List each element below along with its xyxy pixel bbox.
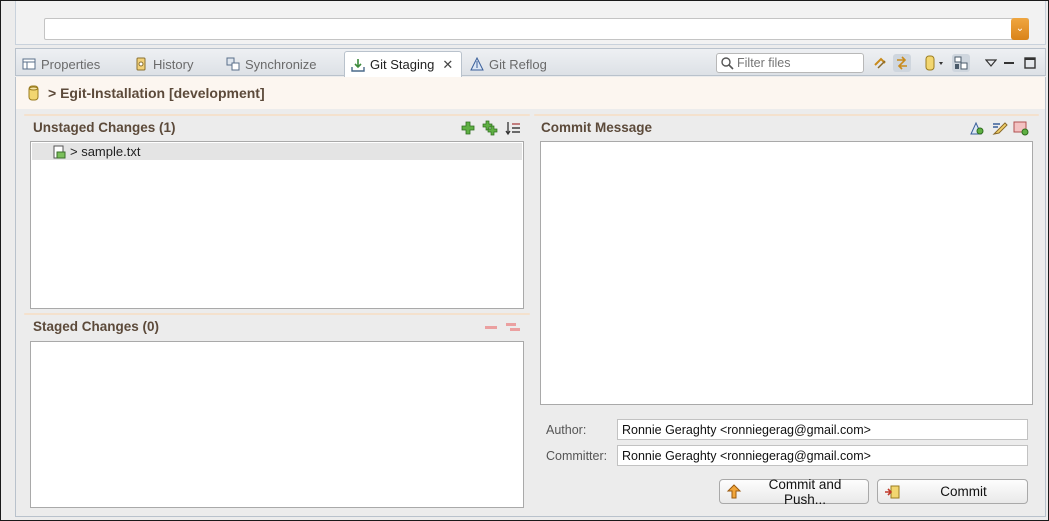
repository-title: > Egit-Installation [development] <box>48 85 265 101</box>
tab-properties[interactable]: Properties <box>16 51 108 77</box>
view-tab-bar: Properties History Synchronize Git Stagi… <box>15 48 1046 77</box>
remove-icon[interactable] <box>483 319 499 335</box>
link-selection-icon[interactable] <box>893 54 911 72</box>
unstaged-files-list[interactable]: > sample.txt <box>30 141 524 309</box>
filter-input[interactable] <box>737 56 857 70</box>
tab-label: Git Reflog <box>489 56 547 72</box>
section-divider <box>24 313 530 315</box>
commit-message-title: Commit Message <box>541 120 653 135</box>
gerrit-push-icon[interactable] <box>1013 120 1029 136</box>
button-label: Commit <box>940 484 987 499</box>
git-reflog-icon <box>470 57 484 71</box>
properties-icon <box>22 58 36 70</box>
author-field[interactable] <box>617 419 1028 440</box>
section-divider <box>534 114 1039 116</box>
synchronize-icon <box>226 57 240 71</box>
view-menu-icon[interactable] <box>982 54 1000 72</box>
committer-label: Committer: <box>546 449 608 463</box>
commit-message-input[interactable] <box>540 141 1033 405</box>
file-icon <box>53 145 66 158</box>
amend-icon[interactable] <box>992 120 1008 136</box>
close-icon[interactable]: ✕ <box>442 57 453 73</box>
committer-field[interactable] <box>617 445 1028 466</box>
unstaged-changes-title: Unstaged Changes (1) <box>33 120 176 135</box>
repository-header: > Egit-Installation [development] <box>15 77 1046 109</box>
commit-icon <box>885 485 900 498</box>
sort-icon[interactable] <box>505 120 521 136</box>
tab-label: History <box>153 56 194 72</box>
compare-mode-icon[interactable] <box>872 54 890 72</box>
tab-synchronize[interactable]: Synchronize <box>220 51 325 77</box>
repository-menu-icon[interactable] <box>924 54 948 72</box>
tab-git-reflog[interactable]: Git Reflog <box>464 51 555 77</box>
git-staging-icon <box>351 58 365 72</box>
author-label: Author: <box>546 423 587 437</box>
tab-git-staging[interactable]: Git Staging ✕ <box>344 51 463 77</box>
tab-label: Properties <box>41 56 101 72</box>
staged-changes-title: Staged Changes (0) <box>33 319 160 334</box>
section-divider <box>24 114 530 116</box>
add-all-icon[interactable] <box>482 120 498 136</box>
file-name: > sample.txt <box>70 144 141 159</box>
add-signed-off-icon[interactable] <box>969 120 985 136</box>
staged-files-list[interactable] <box>30 341 524 508</box>
button-label: Commit and Push... <box>768 476 842 507</box>
repository-icon <box>28 85 39 101</box>
tab-label: Synchronize <box>245 56 317 72</box>
layout-icon[interactable] <box>952 54 970 72</box>
commit-button[interactable]: Commit <box>877 479 1028 504</box>
commit-push-icon <box>726 483 742 498</box>
staging-view-content: Unstaged Changes (1) > sample.txt Staged… <box>15 109 1046 517</box>
tab-history[interactable]: History <box>128 51 201 77</box>
app-frame: ⌄ Properties History Synchronize Git Sta… <box>0 0 1049 521</box>
commit-and-push-button[interactable]: Commit and Push... <box>719 476 869 507</box>
list-item[interactable]: > sample.txt <box>32 143 522 160</box>
maximize-icon[interactable] <box>1021 54 1039 72</box>
remove-all-icon[interactable] <box>505 319 521 335</box>
chevron-down-icon[interactable]: ⌄ <box>1011 18 1029 40</box>
search-icon <box>721 56 734 70</box>
history-icon <box>136 57 146 71</box>
editor-area: ⌄ <box>15 1 1046 45</box>
tab-label: Git Staging <box>370 57 435 72</box>
add-icon[interactable] <box>460 120 476 136</box>
combo-box[interactable]: ⌄ <box>44 18 1029 40</box>
filter-files-field[interactable] <box>716 53 864 73</box>
minimize-icon[interactable] <box>1000 54 1018 72</box>
